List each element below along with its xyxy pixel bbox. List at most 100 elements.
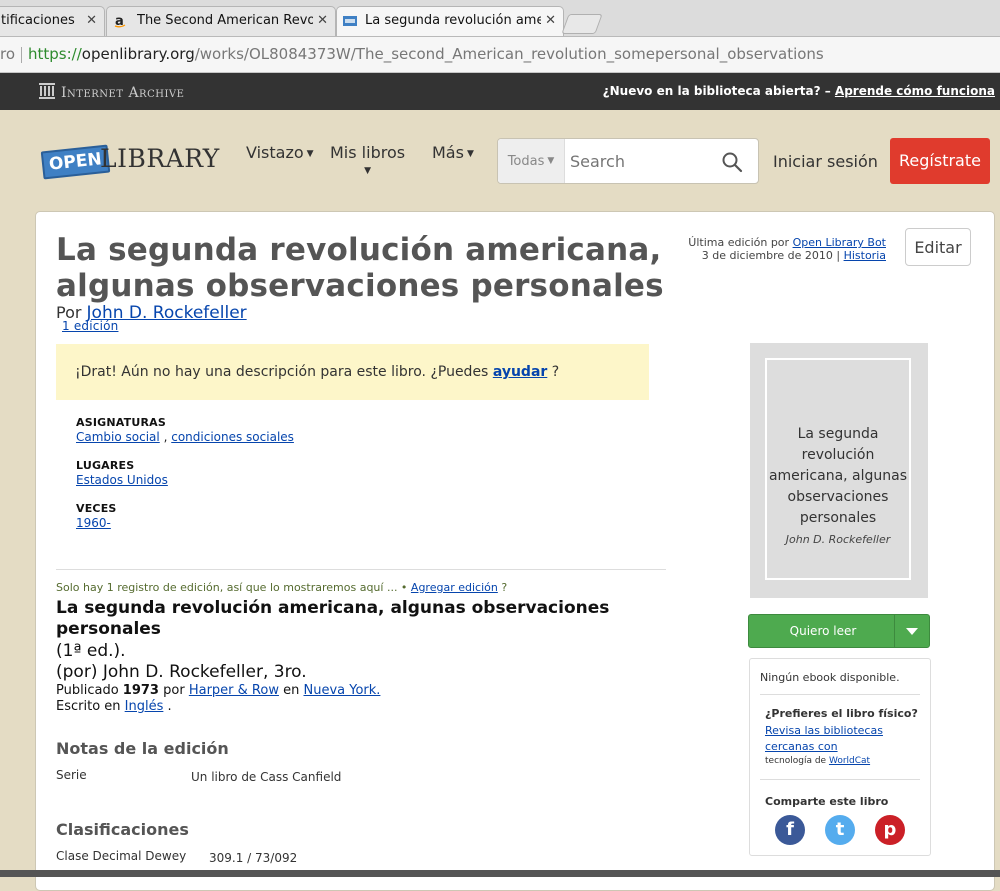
worldcat-link[interactable]: WorldCat [829, 756, 870, 766]
search-input[interactable] [570, 152, 710, 171]
last-edit-info: Última edición por Open Library Bot 3 de… [636, 236, 886, 262]
subject-link[interactable]: Cambio social [76, 430, 160, 444]
places-section: LUGARES Estados Unidos [76, 459, 168, 487]
classifications-heading: Clasificaciones [56, 820, 189, 839]
series-label: Serie [56, 768, 87, 782]
publish-info: Publicado 1973 por Harper & Row en Nueva… [56, 683, 380, 698]
nearby-libraries-link[interactable]: Revisa las bibliotecas cercanas con [765, 723, 895, 755]
published-prefix: Publicado [56, 683, 119, 698]
chevron-down-icon[interactable] [894, 615, 929, 647]
chevron-down-icon: ▼ [364, 166, 371, 176]
subjects-heading: ASIGNATURAS [76, 416, 166, 429]
share-heading: Comparte este libro [765, 795, 889, 808]
url-prefix: ro [0, 45, 16, 63]
desktop-background-strip [0, 870, 1000, 877]
internet-archive-label: Internet Archive [61, 85, 185, 101]
add-edition-link[interactable]: Agregar edición [411, 581, 498, 594]
description-suffix: ? [551, 364, 560, 380]
publisher-prefix: por [163, 683, 185, 698]
login-link[interactable]: Iniciar sesión [773, 152, 878, 171]
chevron-down-icon: ▼ [466, 149, 474, 159]
publish-place-link[interactable]: Nueva York. [303, 683, 380, 698]
dewey-label: Clase Decimal Dewey [56, 849, 187, 863]
help-link[interactable]: ayudar [493, 364, 547, 380]
nav-browse[interactable]: Vistazo ▼ [246, 143, 314, 162]
archive-building-icon [39, 83, 55, 99]
chevron-down-icon: ▼ [306, 149, 314, 159]
nav-my-books[interactable]: Mis libros ▼ [330, 143, 405, 179]
facebook-icon[interactable]: f [775, 815, 805, 845]
internet-archive-logo[interactable]: Internet Archive [38, 82, 184, 101]
place-link[interactable]: Estados Unidos [76, 473, 168, 487]
book-cover[interactable]: La segunda revolución americana, algunas… [765, 358, 911, 580]
no-ebook-text: Ningún ebook disponible. [760, 671, 900, 684]
publisher-link[interactable]: Harper & Row [189, 683, 279, 698]
worldcat-credit: tecnología de WorldCat [765, 756, 870, 766]
amazon-favicon-icon: a [114, 14, 126, 28]
url-scheme: https:// [28, 45, 82, 63]
pinterest-icon[interactable]: p [875, 815, 905, 845]
url-path: /works/OL8084373W/The_second_American_re… [194, 45, 824, 63]
written-in-label: Escrito en [56, 699, 121, 714]
url-domain: openlibrary.org [81, 45, 195, 63]
twitter-icon[interactable]: t [825, 815, 855, 845]
new-user-prompt: ¿Nuevo en la biblioteca abierta? – Apren… [603, 84, 995, 98]
nav-more[interactable]: Más ▼ [432, 143, 474, 162]
description-text: ¡Drat! Aún no hay una descripción para e… [75, 364, 489, 380]
divider [760, 779, 920, 780]
subject-link[interactable]: condiciones sociales [171, 430, 294, 444]
last-edit-user-link[interactable]: Open Library Bot [793, 236, 886, 249]
divider [56, 569, 666, 570]
author-byline: Por John D. Rockefeller [56, 303, 247, 323]
edition-title: La segunda revolución americana, algunas… [56, 598, 610, 639]
page-title: La segunda revolución americana, algunas… [56, 232, 676, 344]
browser-tab-active[interactable]: La segunda revolución americ ✕ [336, 6, 564, 36]
want-to-read-button[interactable]: Quiero leer [748, 614, 930, 648]
language-period: . [167, 699, 172, 714]
cover-title: La segunda revolución americana, algunas… [768, 426, 908, 526]
search-icon[interactable] [721, 151, 743, 173]
url-separator [21, 46, 23, 63]
close-icon[interactable]: ✕ [545, 7, 556, 35]
divider [760, 694, 920, 695]
publish-year: 1973 [122, 683, 159, 698]
work-content-card: La segunda revolución americana, algunas… [35, 211, 995, 891]
new-tab-button[interactable] [561, 14, 603, 34]
time-link[interactable]: 1960- [76, 516, 111, 530]
dewey-value: 309.1 / 73/092 [209, 851, 298, 865]
tech-prefix: tecnología de [765, 756, 827, 766]
subjects-section: ASIGNATURAS Cambio social , condiciones … [76, 416, 294, 444]
language-info: Escrito en Inglés . [56, 699, 172, 714]
subject-separator: , [163, 430, 168, 444]
language-link[interactable]: Inglés [125, 699, 164, 714]
learn-how-link[interactable]: Aprende cómo funciona [835, 84, 995, 98]
search-scope-select[interactable]: Todas ▼ [498, 139, 565, 183]
description-notice: ¡Drat! Aún no hay una descripción para e… [56, 344, 649, 400]
single-edition-text: Solo hay 1 registro de edición, así que … [56, 581, 408, 594]
browser-tab[interactable]: tificaciones ✕ [0, 6, 105, 36]
close-icon[interactable]: ✕ [86, 7, 97, 35]
browser-tab[interactable]: a The Second American Revolut ✕ [106, 6, 336, 36]
edition-by-statement: (por) John D. Rockefeller, 3ro. [56, 662, 307, 682]
close-icon[interactable]: ✕ [317, 7, 328, 35]
new-user-text: ¿Nuevo en la biblioteca abierta? – [602, 84, 831, 98]
address-bar[interactable]: ro https://openlibrary.org/works/OL808437… [0, 37, 1000, 73]
author-link[interactable]: John D. Rockefeller [87, 303, 247, 323]
search-scope-label: Todas [507, 154, 545, 169]
places-heading: LUGARES [76, 459, 135, 472]
edit-button[interactable]: Editar [905, 228, 971, 266]
register-button[interactable]: Regístrate [890, 138, 990, 184]
last-edit-date: 3 de diciembre de 2010 | [701, 249, 841, 262]
logo-library-text: LIBRARY [100, 144, 220, 173]
history-link[interactable]: Historia [844, 249, 886, 262]
want-to-read-label: Quiero leer [789, 624, 857, 638]
openlibrary-favicon-icon [343, 16, 357, 26]
search-box: Todas ▼ [497, 138, 759, 184]
nav-more-label: Más [432, 143, 464, 162]
internet-archive-bar: Internet Archive ¿Nuevo en la biblioteca… [0, 73, 1000, 110]
add-edition-suffix: ? [501, 581, 508, 594]
place-prefix: en [283, 683, 300, 698]
url-display[interactable]: ro https://openlibrary.org/works/OL808437… [0, 45, 824, 63]
edition-notes-heading: Notas de la edición [56, 739, 229, 758]
site-header: OPEN LIBRARY Vistazo ▼ Mis libros ▼ Más ▼ … [0, 110, 1000, 210]
